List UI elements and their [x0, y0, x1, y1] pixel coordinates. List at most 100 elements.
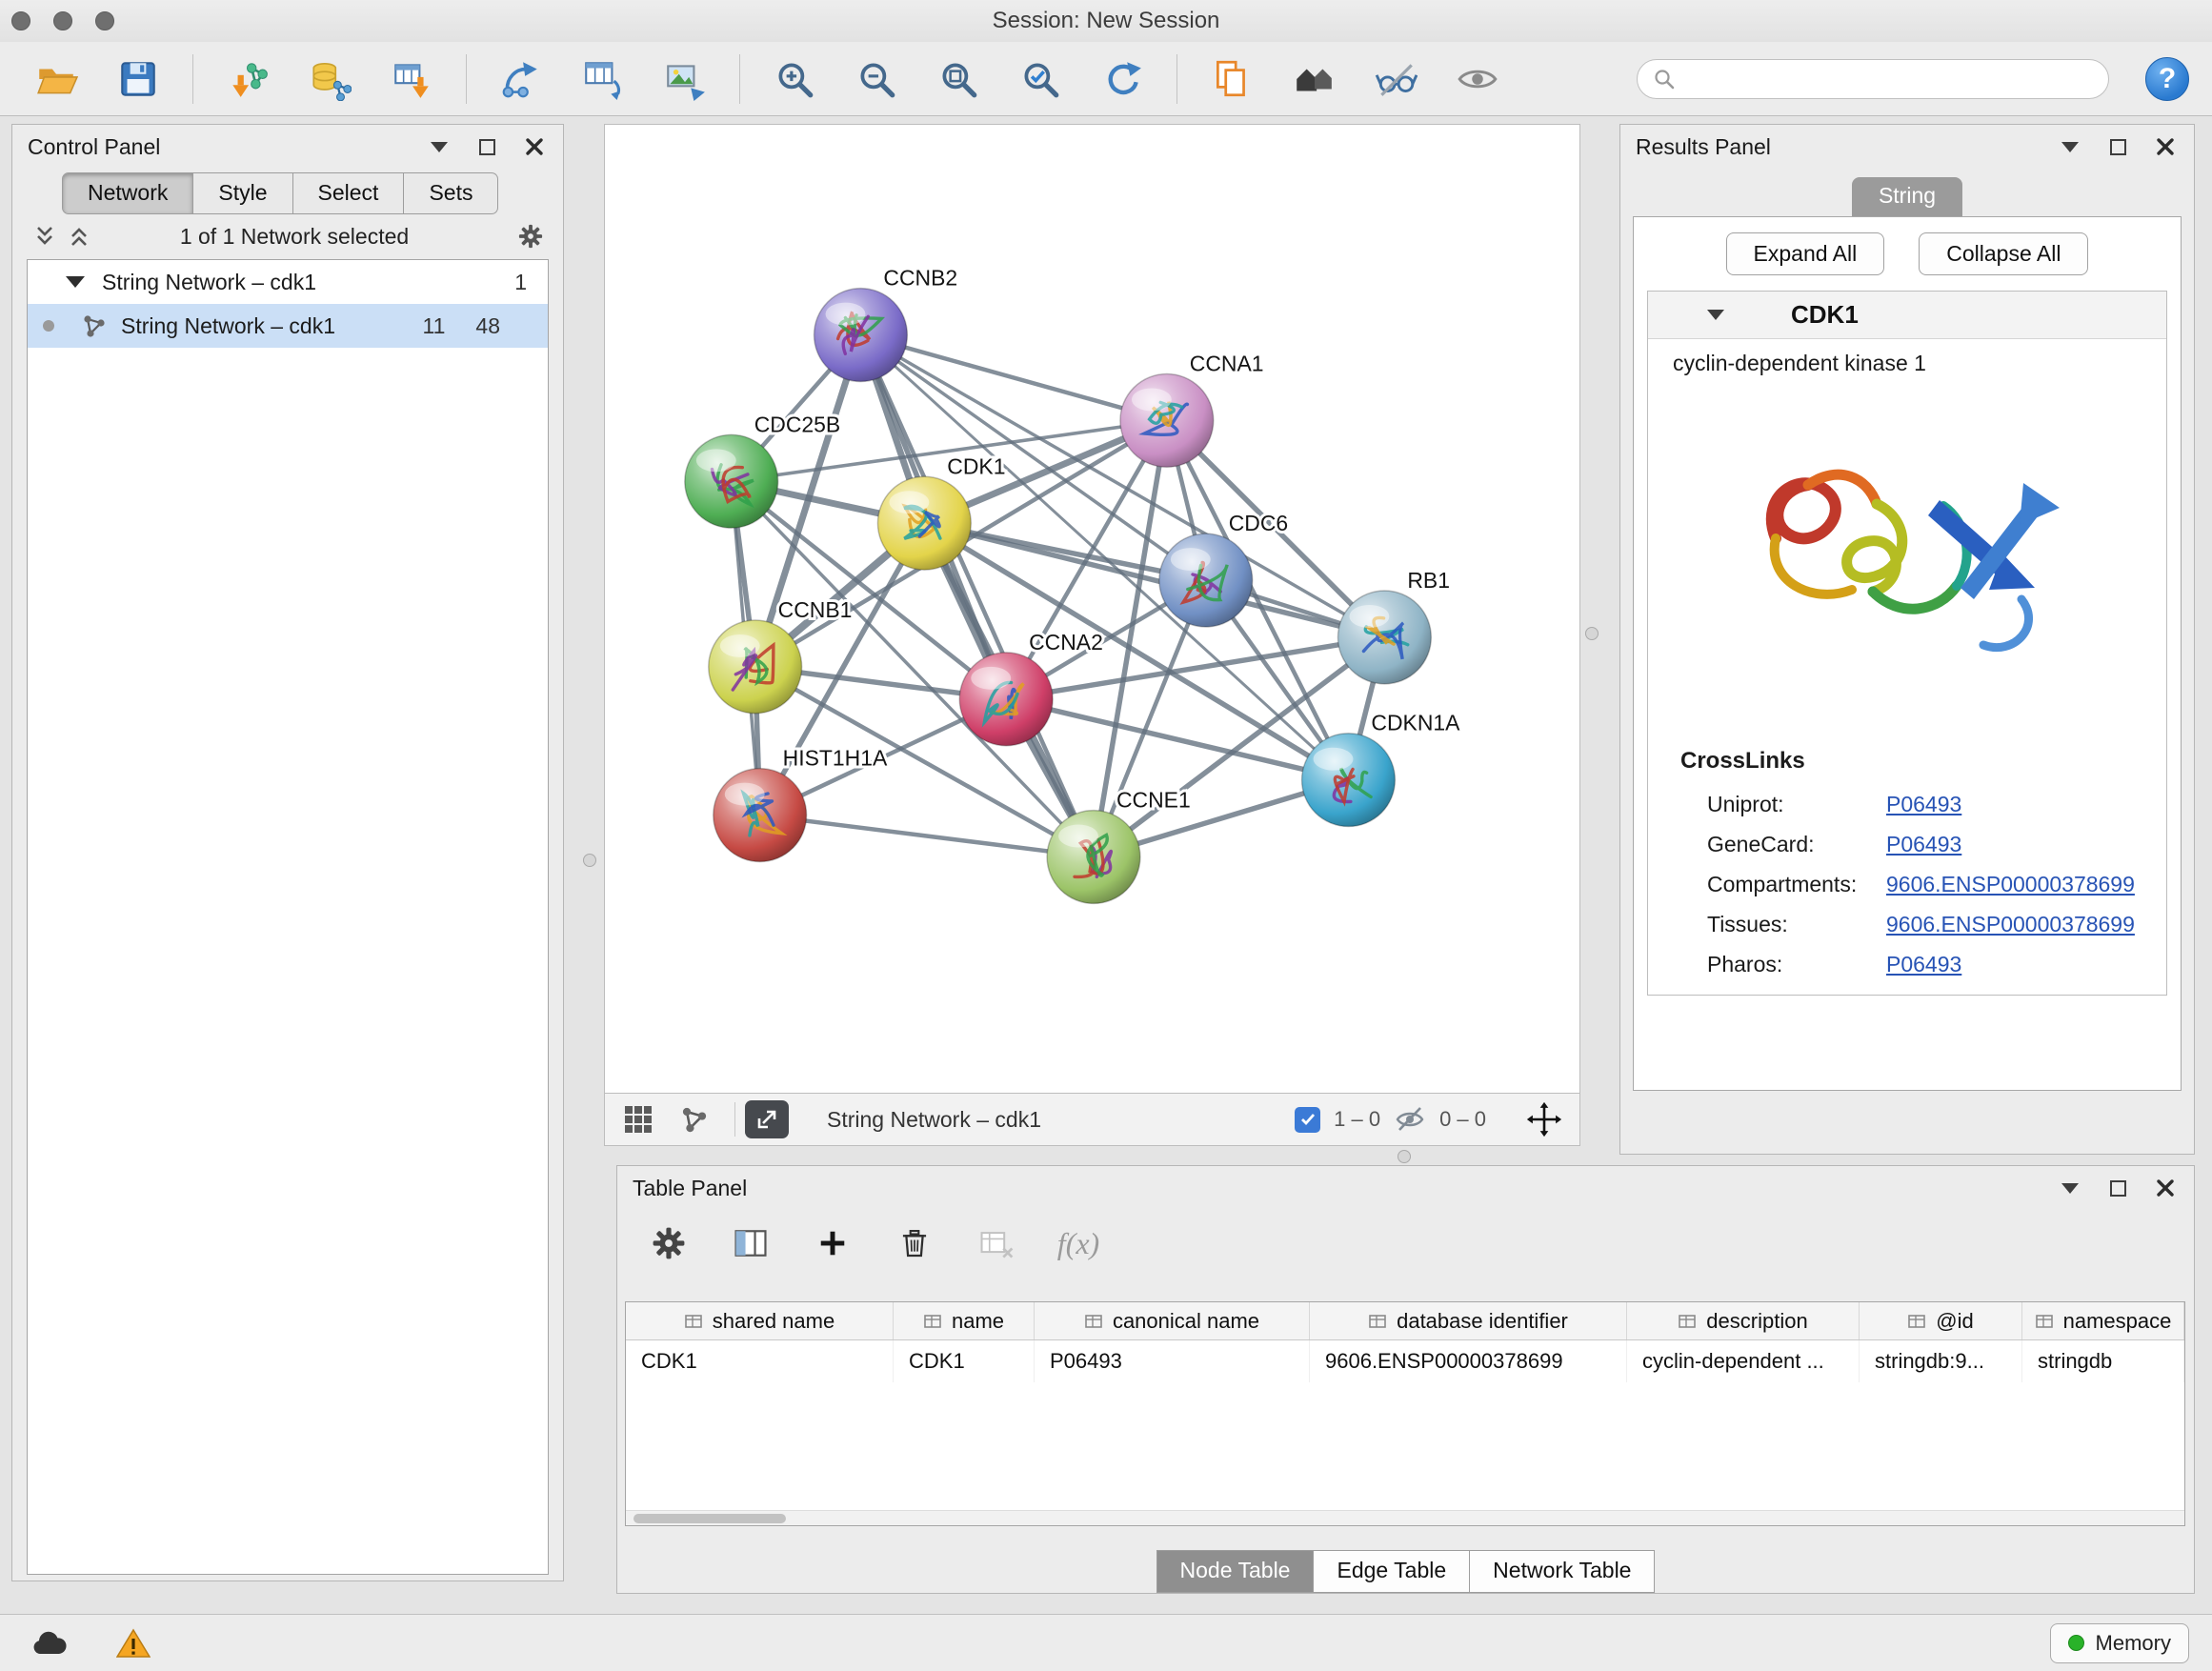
- column-header-id[interactable]: @id: [1860, 1302, 2022, 1339]
- apply-function-button[interactable]: f(x): [1052, 1217, 1105, 1270]
- crosslink-pharos[interactable]: P06493: [1886, 949, 1961, 979]
- open-in-new-window-button[interactable]: [745, 1100, 789, 1138]
- tab-network-table[interactable]: Network Table: [1470, 1550, 1655, 1593]
- tab-node-table[interactable]: Node Table: [1156, 1550, 1315, 1593]
- tab-edge-table[interactable]: Edge Table: [1314, 1550, 1470, 1593]
- new-network-from-selection-button[interactable]: [491, 49, 552, 110]
- column-header-namespace[interactable]: namespace: [2022, 1302, 2184, 1339]
- network-node-CDC6[interactable]: [1159, 534, 1253, 627]
- export-image-button[interactable]: [654, 49, 715, 110]
- network-node-CCNB2[interactable]: [814, 289, 908, 382]
- selected-elements-checkbox[interactable]: [1295, 1107, 1320, 1133]
- tab-select[interactable]: Select: [293, 172, 405, 214]
- panel-close-button[interactable]: [2152, 1175, 2179, 1201]
- expand-all-button[interactable]: Expand All: [1726, 232, 1885, 275]
- crosslink-tissues[interactable]: 9606.ENSP00000378699: [1886, 909, 2135, 939]
- hidden-elements-icon[interactable]: [1394, 1105, 1426, 1134]
- open-session-button[interactable]: [26, 49, 87, 110]
- column-header-canonical-name[interactable]: canonical name: [1035, 1302, 1310, 1339]
- crosslink-compartments[interactable]: 9606.ENSP00000378699: [1886, 869, 2135, 899]
- refresh-button[interactable]: [1092, 49, 1153, 110]
- zoom-selected-button[interactable]: [1010, 49, 1071, 110]
- delete-column-button[interactable]: [888, 1217, 941, 1270]
- new-table-from-network-button[interactable]: [573, 49, 633, 110]
- memory-button[interactable]: Memory: [2050, 1623, 2189, 1663]
- expand-all-networks-button[interactable]: [66, 223, 92, 250]
- panel-close-button[interactable]: [521, 133, 548, 160]
- warnings-button[interactable]: [107, 1622, 160, 1664]
- show-columns-button[interactable]: [724, 1217, 777, 1270]
- zoom-in-button[interactable]: [764, 49, 825, 110]
- splitter-handle[interactable]: [583, 854, 596, 867]
- table-row[interactable]: CDK1 CDK1 P06493 9606.ENSP00000378699 cy…: [626, 1340, 2184, 1382]
- network-edge-CCNB2-CCNE1[interactable]: [860, 335, 1094, 857]
- crosslink-uniprot[interactable]: P06493: [1886, 789, 1961, 819]
- network-node-CCNA2[interactable]: [959, 653, 1053, 746]
- table-options-button[interactable]: [642, 1217, 695, 1270]
- cell-namespace[interactable]: stringdb: [2022, 1340, 2184, 1382]
- table-horizontal-scrollbar[interactable]: [626, 1510, 2184, 1525]
- collapse-all-networks-button[interactable]: [31, 223, 58, 250]
- column-header-name[interactable]: name: [894, 1302, 1035, 1339]
- hide-details-button[interactable]: [1365, 49, 1426, 110]
- scrollbar-thumb[interactable]: [633, 1514, 786, 1523]
- crosslink-genecard[interactable]: P06493: [1886, 829, 1961, 859]
- copy-document-button[interactable]: [1201, 49, 1262, 110]
- network-options-button[interactable]: [517, 223, 544, 250]
- network-node-CDK1[interactable]: [877, 476, 971, 570]
- network-node-CDC25B[interactable]: [685, 434, 778, 528]
- cell-database-identifier[interactable]: 9606.ENSP00000378699: [1310, 1340, 1627, 1382]
- splitter-handle[interactable]: [1585, 627, 1599, 640]
- create-column-button[interactable]: [806, 1217, 859, 1270]
- network-node-CCNB1[interactable]: [709, 620, 802, 714]
- panel-float-button[interactable]: [2104, 1175, 2131, 1201]
- panel-float-button[interactable]: [2104, 133, 2131, 160]
- panel-menu-button[interactable]: [426, 133, 452, 160]
- show-details-button[interactable]: [1447, 49, 1508, 110]
- import-network-database-button[interactable]: [299, 49, 360, 110]
- panel-menu-button[interactable]: [2057, 133, 2083, 160]
- zoom-fit-button[interactable]: [928, 49, 989, 110]
- network-row-selected[interactable]: String Network – cdk1 11 48: [28, 304, 548, 348]
- protein-card-header[interactable]: CDK1: [1648, 292, 2166, 339]
- network-edge-CDK1-RB1[interactable]: [924, 523, 1384, 637]
- tab-network[interactable]: Network: [62, 172, 193, 214]
- network-edge-HIST1H1A-CCNE1[interactable]: [760, 815, 1094, 857]
- disclosure-triangle-icon[interactable]: [66, 276, 85, 288]
- network-node-CDKN1A[interactable]: [1302, 734, 1396, 827]
- cell-shared-name[interactable]: CDK1: [626, 1340, 894, 1382]
- cell-canonical-name[interactable]: P06493: [1035, 1340, 1310, 1382]
- cell-description[interactable]: cyclin-dependent ...: [1627, 1340, 1860, 1382]
- network-overview-button[interactable]: [679, 1104, 710, 1135]
- network-node-CCNE1[interactable]: [1047, 811, 1140, 904]
- search-input[interactable]: [1685, 67, 2093, 91]
- zoom-out-button[interactable]: [846, 49, 907, 110]
- tab-style[interactable]: Style: [193, 172, 292, 214]
- network-node-HIST1H1A[interactable]: [714, 769, 807, 862]
- panel-float-button[interactable]: [473, 133, 500, 160]
- collapse-section-icon[interactable]: [1707, 310, 1724, 320]
- column-header-shared-name[interactable]: shared name: [626, 1302, 894, 1339]
- cell-id[interactable]: stringdb:9...: [1860, 1340, 2022, 1382]
- session-home-button[interactable]: [1283, 49, 1344, 110]
- help-button[interactable]: ?: [2145, 57, 2189, 101]
- column-header-database-identifier[interactable]: database identifier: [1310, 1302, 1627, 1339]
- network-node-RB1[interactable]: [1337, 591, 1431, 684]
- tab-sets[interactable]: Sets: [404, 172, 498, 214]
- cloud-status-button[interactable]: [23, 1622, 76, 1664]
- pan-crosshair-icon[interactable]: [1526, 1101, 1562, 1137]
- panel-menu-button[interactable]: [2057, 1175, 2083, 1201]
- network-node-CCNA1[interactable]: [1120, 373, 1214, 467]
- tab-string[interactable]: String: [1852, 177, 1962, 216]
- network-canvas[interactable]: CCNB2CCNA1CDC25BCDK1CDC6RB1CCNB1CCNA2CDK…: [604, 124, 1580, 1094]
- collapse-all-button[interactable]: Collapse All: [1919, 232, 2088, 275]
- network-collection-row[interactable]: String Network – cdk1 1: [28, 260, 548, 304]
- column-header-description[interactable]: description: [1627, 1302, 1860, 1339]
- minimize-window-button[interactable]: [53, 11, 72, 30]
- import-network-file-button[interactable]: [217, 49, 278, 110]
- close-window-button[interactable]: [11, 11, 30, 30]
- save-session-button[interactable]: [108, 49, 169, 110]
- splitter-handle[interactable]: [1398, 1150, 1411, 1163]
- cell-name[interactable]: CDK1: [894, 1340, 1035, 1382]
- birds-eye-view-button[interactable]: [622, 1103, 654, 1136]
